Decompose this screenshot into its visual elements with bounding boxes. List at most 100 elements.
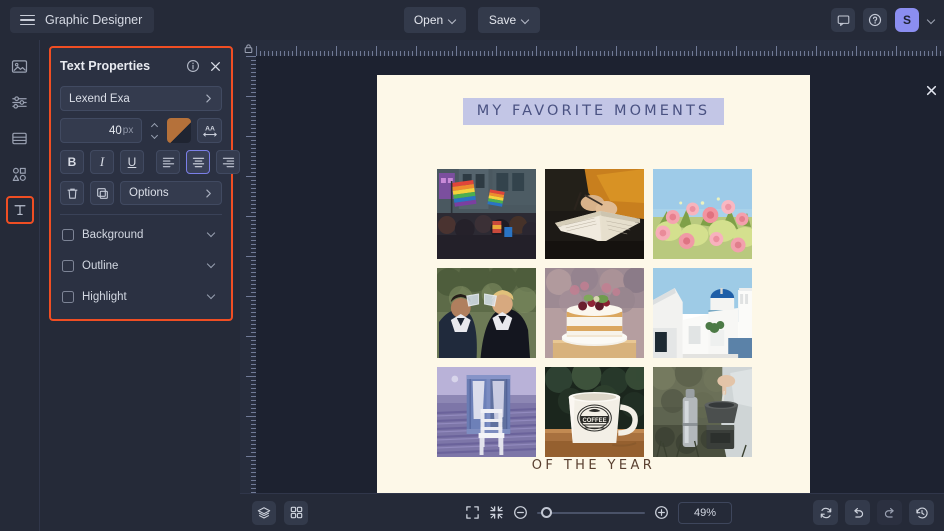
photo-camp-stove[interactable] (653, 367, 752, 457)
redo-button[interactable] (877, 500, 902, 525)
align-left-icon (162, 156, 175, 168)
comment-button[interactable] (831, 8, 855, 32)
photo-writing-book[interactable] (545, 169, 644, 259)
photo-coffee-mug[interactable]: COFFEE (545, 367, 644, 457)
text-icon (12, 202, 28, 218)
undo-button[interactable] (845, 500, 870, 525)
zoom-in-button[interactable] (654, 505, 669, 520)
top-right-actions: S (831, 0, 936, 40)
svg-text:COFFEE: COFFEE (582, 418, 606, 424)
photo-pride-parade[interactable] (437, 169, 536, 259)
highlight-checkbox[interactable] (62, 291, 74, 303)
avatar[interactable]: S (895, 8, 919, 32)
help-circle-icon (868, 13, 882, 27)
text-style-row: B I U (60, 150, 222, 174)
chevron-down-icon[interactable] (207, 292, 216, 301)
text-color-swatch[interactable] (167, 118, 192, 143)
app-menu-button[interactable]: Graphic Designer (10, 7, 154, 33)
chevron-down-icon[interactable] (207, 261, 216, 270)
close-panel-icon[interactable] (922, 81, 940, 99)
photo-pink-roses[interactable] (653, 169, 752, 259)
sidebar-item-shapes[interactable] (6, 160, 34, 188)
underline-label: U (128, 155, 137, 169)
panel-header-actions (186, 59, 222, 73)
font-size-stepper[interactable] (148, 118, 160, 143)
text-actions-row: Options (60, 181, 222, 205)
toggle-background[interactable]: Background (60, 222, 222, 247)
ruler-lock-button[interactable] (240, 40, 256, 56)
align-right-button[interactable] (216, 150, 240, 174)
zoom-slider-handle[interactable] (541, 507, 552, 518)
canvas-area[interactable]: MY FAVORITE MOMENTS (256, 56, 944, 493)
photo-toast-suits[interactable] (437, 268, 536, 358)
sidebar-item-text[interactable] (6, 196, 34, 224)
font-size-row: 40 px AA (60, 118, 222, 143)
underline-button[interactable]: U (120, 150, 144, 174)
canvas-footer-text[interactable]: OF THE YEAR (377, 458, 810, 473)
align-center-button[interactable] (186, 150, 210, 174)
align-right-icon (222, 156, 235, 168)
account-chevron-down-icon[interactable] (927, 16, 936, 25)
align-left-button[interactable] (156, 150, 180, 174)
comment-icon (837, 14, 850, 27)
stepper-down-icon[interactable] (151, 133, 158, 137)
image-icon (11, 58, 28, 75)
sidebar-item-layouts[interactable] (6, 124, 34, 152)
photo-santorini[interactable] (653, 268, 752, 358)
vertical-ruler[interactable] (240, 56, 256, 531)
font-family-row: Lexend Exa (60, 86, 222, 111)
history-button[interactable] (909, 500, 934, 525)
toggle-outline[interactable]: Outline (60, 253, 222, 278)
zoom-out-button[interactable] (513, 505, 528, 520)
zoom-slider[interactable] (537, 512, 645, 514)
sidebar-item-adjust[interactable] (6, 88, 34, 116)
zoom-controls: 49% (465, 502, 732, 524)
horizontal-ruler[interactable] (256, 40, 944, 56)
zoom-level-value[interactable]: 49% (678, 502, 732, 524)
layers-button[interactable] (252, 501, 276, 525)
design-canvas[interactable]: MY FAVORITE MOMENTS (377, 75, 810, 493)
panel-header: Text Properties (60, 56, 222, 76)
grid-icon (290, 506, 303, 519)
photo-lavender-chair[interactable] (437, 367, 536, 457)
duplicate-button[interactable] (90, 181, 114, 205)
info-icon[interactable] (186, 59, 200, 73)
zoom-out-icon (513, 505, 528, 520)
reset-button[interactable] (813, 500, 838, 525)
background-checkbox[interactable] (62, 229, 74, 241)
tool-rail (0, 40, 40, 531)
font-size-input[interactable]: 40 px (60, 118, 142, 143)
file-actions: Open Save (392, 7, 552, 33)
panel-title: Text Properties (60, 59, 150, 73)
options-button[interactable]: Options (120, 181, 222, 205)
sidebar-item-images[interactable] (6, 52, 34, 80)
bottom-bar: 49% (240, 493, 944, 531)
outline-label: Outline (82, 260, 199, 272)
delete-button[interactable] (60, 181, 84, 205)
stepper-up-icon[interactable] (151, 124, 158, 128)
bold-button[interactable]: B (60, 150, 84, 174)
toggle-highlight[interactable]: Highlight (60, 284, 222, 309)
photo-naked-cake[interactable] (545, 268, 644, 358)
zoom-in-icon (654, 505, 669, 520)
outline-checkbox[interactable] (62, 260, 74, 272)
chevron-down-icon[interactable] (207, 230, 216, 239)
close-icon[interactable] (209, 60, 222, 73)
font-family-select[interactable]: Lexend Exa (60, 86, 222, 111)
sliders-icon (11, 94, 28, 111)
save-button[interactable]: Save (478, 7, 540, 33)
grid-view-button[interactable] (284, 501, 308, 525)
hamburger-icon[interactable] (20, 15, 35, 26)
top-bar: Graphic Designer Open Save (0, 0, 944, 40)
fit-screen-icon (465, 505, 480, 520)
bottom-left-tools (252, 501, 308, 525)
help-button[interactable] (863, 8, 887, 32)
chevron-down-icon (449, 17, 456, 24)
open-button[interactable]: Open (404, 7, 466, 33)
history-icon (915, 506, 929, 520)
letter-spacing-button[interactable]: AA (197, 118, 222, 143)
fit-screen-button[interactable] (465, 505, 480, 520)
canvas-title-text[interactable]: MY FAVORITE MOMENTS (463, 98, 724, 125)
italic-button[interactable]: I (90, 150, 114, 174)
shrink-button[interactable] (489, 505, 504, 520)
